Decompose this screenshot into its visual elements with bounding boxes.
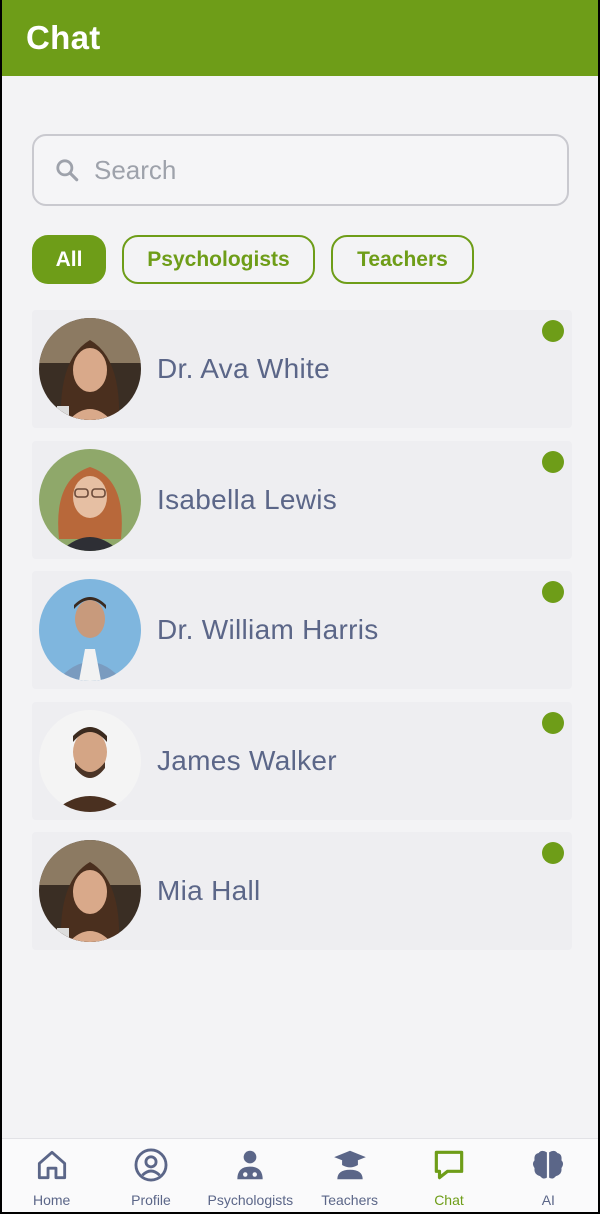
nav-item-home[interactable]: Home <box>2 1139 101 1212</box>
home-icon <box>37 1150 66 1180</box>
online-status-indicator <box>542 450 564 473</box>
nav-item-chat[interactable]: Chat <box>399 1139 498 1212</box>
contact-row[interactable]: Mia Hall <box>32 832 572 950</box>
nav-label: Chat <box>434 1192 464 1208</box>
nav-label: Home <box>32 1192 71 1208</box>
contact-name: Isabella Lewis <box>157 483 338 515</box>
graduation-cap-icon <box>333 1150 366 1180</box>
nav-label: Psychologists <box>207 1192 294 1208</box>
contact-row[interactable]: Dr. William Harris <box>32 571 572 689</box>
online-status-indicator <box>542 581 564 603</box>
page-title: Chat <box>26 19 101 56</box>
nav-label: Teachers <box>321 1192 379 1208</box>
filter-chip-psychologists[interactable]: Psychologists <box>122 235 315 284</box>
search-icon <box>56 159 79 182</box>
avatar <box>39 709 141 812</box>
contact-row[interactable]: Isabella Lewis <box>32 440 572 559</box>
filter-chip-teachers[interactable]: Teachers <box>331 235 474 284</box>
brain-icon <box>533 1150 564 1179</box>
avatar <box>39 448 141 551</box>
contact-name: Dr. William Harris <box>157 614 379 645</box>
contact-row[interactable]: Dr. Ava White <box>32 310 572 428</box>
online-status-indicator <box>542 711 564 734</box>
chat-screen: Chat All Psychologists Teachers <box>2 0 598 1212</box>
avatar <box>39 318 141 420</box>
contact-name: Dr. Ava White <box>157 353 331 384</box>
online-status-indicator <box>542 320 564 342</box>
app-bar: Chat <box>2 0 598 76</box>
contact-row[interactable]: James Walker <box>32 701 572 820</box>
filter-chip-all[interactable]: All <box>32 235 106 284</box>
online-status-indicator <box>542 842 564 864</box>
search-box[interactable] <box>32 134 569 206</box>
bottom-navigation: Home Profile Psychologists Teachers Chat… <box>2 1138 598 1212</box>
filter-chips: All Psychologists Teachers <box>32 235 490 285</box>
nav-label: AI <box>541 1192 555 1208</box>
avatar <box>39 579 141 681</box>
nav-item-psychologists[interactable]: Psychologists <box>201 1139 300 1212</box>
search-input[interactable] <box>94 154 514 186</box>
contact-name: James Walker <box>157 744 337 776</box>
nav-item-ai[interactable]: AI <box>499 1139 598 1212</box>
profile-icon <box>134 1148 168 1182</box>
contact-list: Dr. Ava White Isabella Lewis Dr. William… <box>32 310 572 963</box>
nav-item-teachers[interactable]: Teachers <box>300 1139 399 1212</box>
nav-label: Profile <box>131 1192 171 1208</box>
avatar <box>39 840 141 942</box>
chat-bubble-icon <box>434 1150 464 1180</box>
doctor-icon <box>237 1150 263 1180</box>
contact-name: Mia Hall <box>157 875 261 906</box>
nav-item-profile[interactable]: Profile <box>101 1139 200 1212</box>
